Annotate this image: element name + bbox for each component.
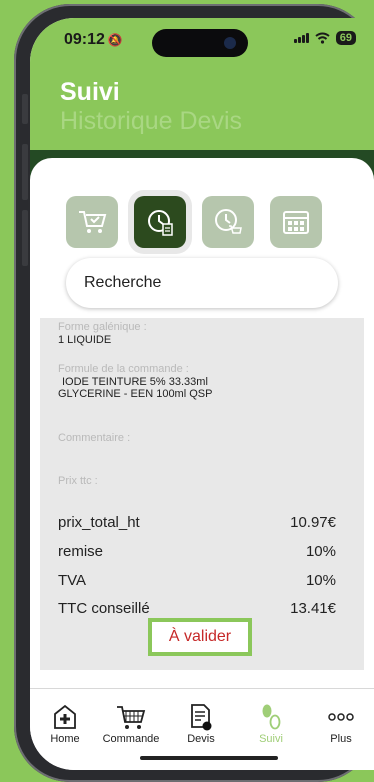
formule-label: Formule de la commande :	[58, 363, 189, 375]
validate-button[interactable]: À valider	[148, 618, 252, 656]
medical-house-icon	[54, 704, 76, 729]
volume-down-button	[22, 210, 28, 266]
commentaire-label: Commentaire :	[58, 432, 131, 444]
home-indicator[interactable]	[140, 756, 278, 760]
bell-slash-icon: 🔕	[107, 33, 123, 47]
mute-switch	[22, 94, 28, 124]
forme-label: Forme galénique :	[58, 321, 147, 333]
price-row: remise 10%	[58, 543, 336, 560]
tab-home[interactable]: Home	[30, 703, 100, 745]
cart-icon	[117, 706, 146, 729]
footsteps-icon	[262, 704, 281, 730]
price-row-value: 10.97€	[290, 514, 336, 531]
tab-plus[interactable]: Plus	[306, 703, 374, 745]
price-row-value: 10%	[305, 572, 336, 589]
page-title: Suivi	[60, 78, 120, 106]
search-placeholder: Recherche	[84, 274, 162, 291]
screen: 09:12 🔕 69 Suivi Historique Devis Recher…	[30, 18, 374, 770]
signal-icon	[293, 33, 309, 43]
forme-value: 1 LIQUIDE	[58, 334, 112, 346]
tab-suivi[interactable]: Suivi	[236, 703, 306, 745]
tab-label: Plus	[330, 733, 352, 745]
cart-check-icon[interactable]	[66, 196, 118, 248]
calendar-grid-icon[interactable]	[270, 196, 322, 248]
filter-icon-row	[66, 196, 322, 248]
tab-label: Commande	[102, 733, 160, 745]
price-row-value: 10%	[305, 543, 336, 560]
more-icon	[328, 713, 354, 721]
price-row-label: remise	[58, 543, 104, 560]
formule-line-2: GLYCERINE - EEN 100ml QSP	[58, 388, 213, 400]
price-row-label: prix_total_ht	[58, 514, 140, 531]
tab-label: Devis	[187, 733, 215, 745]
status-icons: 69	[293, 31, 356, 45]
price-row: prix_total_ht 10.97€	[58, 514, 336, 531]
search-input[interactable]: Recherche	[66, 258, 338, 308]
document-icon	[191, 704, 212, 731]
price-row: TTC conseillé 13.41€	[58, 600, 336, 617]
price-row-label: TVA	[58, 572, 87, 589]
clock-cart-icon[interactable]	[202, 196, 254, 248]
tab-label: Home	[50, 733, 80, 745]
volume-up-button	[22, 144, 28, 200]
status-time: 09:12 🔕	[64, 31, 123, 48]
wifi-icon	[315, 32, 330, 44]
tab-commande[interactable]: Commande	[96, 703, 166, 745]
price-row-label: TTC conseillé	[58, 600, 150, 617]
formule-line-1: IODE TEINTURE 5% 33.33ml	[62, 376, 208, 388]
battery-icon: 69	[335, 31, 356, 45]
dynamic-island	[152, 29, 248, 57]
tab-devis[interactable]: Devis	[166, 703, 236, 745]
price-row: TVA 10%	[58, 572, 336, 589]
tab-label: Suivi	[259, 733, 283, 745]
camera-icon	[224, 37, 236, 49]
clock-document-icon[interactable]	[134, 196, 186, 248]
price-row-value: 13.41€	[290, 600, 336, 617]
page-subtitle: Historique Devis	[60, 107, 243, 135]
prix-ttc-label: Prix ttc :	[58, 475, 98, 487]
